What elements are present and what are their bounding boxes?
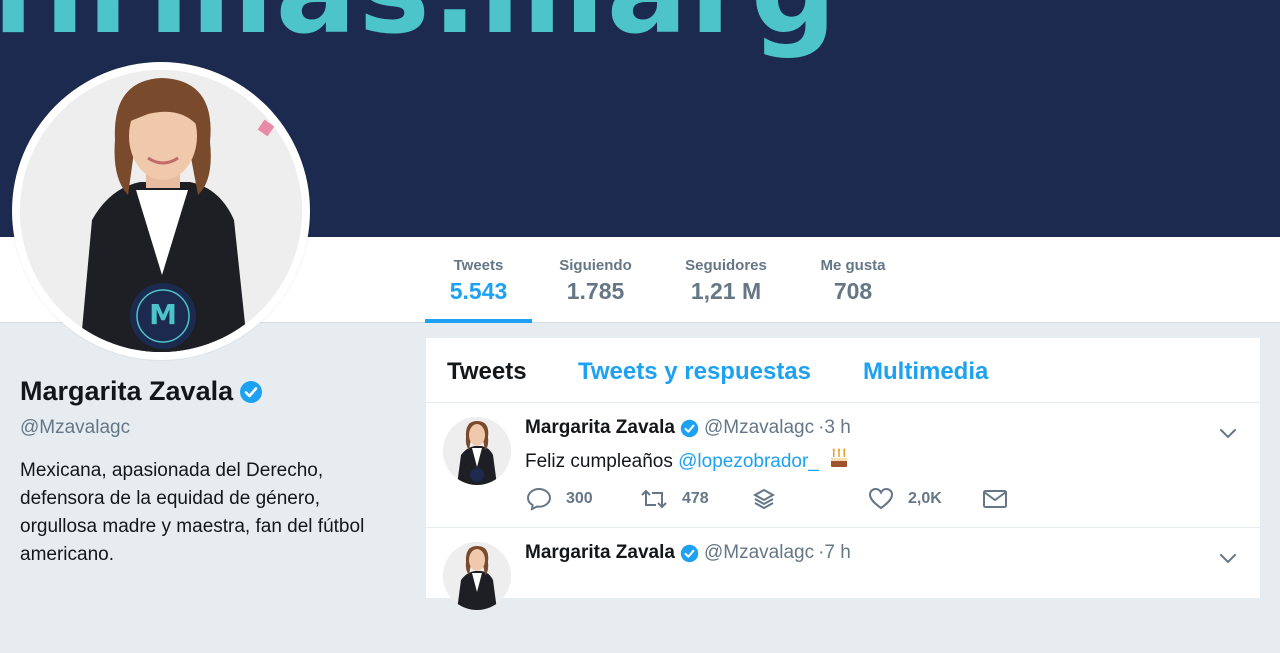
profile-name[interactable]: Margarita Zavala — [20, 376, 233, 407]
nav-tweets[interactable]: Tweets 5.543 — [425, 237, 532, 323]
tweet-author-handle[interactable]: @Mzavalagc — [704, 417, 814, 439]
avatar-photo: M — [20, 70, 302, 352]
profile-bio: Mexicana, apasionada del Derecho, defens… — [20, 460, 365, 565]
timeline-tabs: Tweets Tweets y respuestas Multimedia — [426, 338, 1260, 403]
like-count: 2,0K — [908, 490, 942, 507]
profile-handle[interactable]: @Mzavalagc — [20, 417, 400, 439]
stack-button[interactable] — [752, 487, 790, 511]
tab-tweets-replies[interactable]: Tweets y respuestas — [578, 358, 811, 386]
verified-icon — [680, 544, 699, 563]
nav-likes-count: 708 — [833, 278, 873, 304]
chevron-down-icon[interactable] — [1218, 423, 1238, 443]
nav-likes-label: Me gusta — [820, 257, 886, 274]
tweet-avatar[interactable] — [443, 417, 511, 485]
envelope-icon — [983, 490, 1007, 508]
tweet-author-handle[interactable]: @Mzavalagc — [704, 542, 814, 564]
tweet-author-name[interactable]: Margarita Zavala — [525, 542, 675, 564]
tweet-author-name[interactable]: Margarita Zavala — [525, 417, 675, 439]
tweet-timestamp[interactable]: ·7 h — [818, 542, 851, 564]
retweet-count: 478 — [682, 490, 709, 507]
verified-icon — [680, 419, 699, 438]
tweet-mention-link[interactable]: @lopezobrador_ — [678, 451, 819, 472]
tab-media[interactable]: Multimedia — [863, 358, 988, 386]
reply-icon — [526, 487, 552, 511]
retweet-button[interactable]: 478 — [640, 487, 709, 511]
reply-button[interactable]: 300 — [526, 487, 593, 511]
verified-icon — [239, 380, 263, 404]
nav-followers[interactable]: Seguidores 1,21 M — [672, 237, 780, 323]
heart-icon — [868, 487, 894, 510]
profile-avatar[interactable]: M — [12, 62, 310, 360]
tweet-text-content: Feliz cumpleaños — [525, 451, 679, 472]
nav-following-label: Siguiendo — [559, 257, 632, 274]
chevron-down-icon[interactable] — [1218, 548, 1238, 568]
nav-followers-label: Seguidores — [685, 257, 767, 274]
tweet-actions: 300 478 2,0K — [526, 487, 1046, 517]
nav-following-count: 1.785 — [566, 278, 625, 304]
message-button[interactable] — [982, 487, 1022, 511]
tweet[interactable]: Margarita Zavala @Mzavalagc ·3 h Feliz c… — [426, 403, 1260, 528]
nav-following[interactable]: Siguiendo 1.785 — [547, 237, 644, 323]
tweet-text: Feliz cumpleaños @lopezobrador_ — [525, 446, 851, 476]
like-button[interactable]: 2,0K — [868, 487, 942, 511]
banner-text: firmas.marg — [0, 0, 839, 61]
stack-icon — [752, 488, 776, 510]
profile-card: Margarita Zavala @Mzavalagc Mexicana, ap… — [20, 376, 400, 569]
retweet-icon — [641, 489, 667, 509]
nav-likes[interactable]: Me gusta 708 — [807, 237, 899, 323]
reply-count: 300 — [566, 490, 593, 507]
active-tab-underline — [425, 319, 532, 323]
cake-icon — [827, 446, 851, 476]
timeline: Tweets Tweets y respuestas Multimedia Ma… — [426, 338, 1260, 653]
avatar-badge-letter: M — [149, 298, 177, 331]
tweet[interactable]: Margarita Zavala @Mzavalagc ·7 h — [426, 528, 1260, 653]
tweet-timestamp[interactable]: ·3 h — [818, 417, 851, 439]
tweet-avatar[interactable] — [443, 542, 511, 610]
nav-followers-count: 1,21 M — [690, 278, 762, 304]
nav-tweets-label: Tweets — [453, 257, 504, 274]
tab-tweets[interactable]: Tweets — [447, 358, 527, 386]
nav-tweets-count: 5.543 — [449, 278, 508, 304]
